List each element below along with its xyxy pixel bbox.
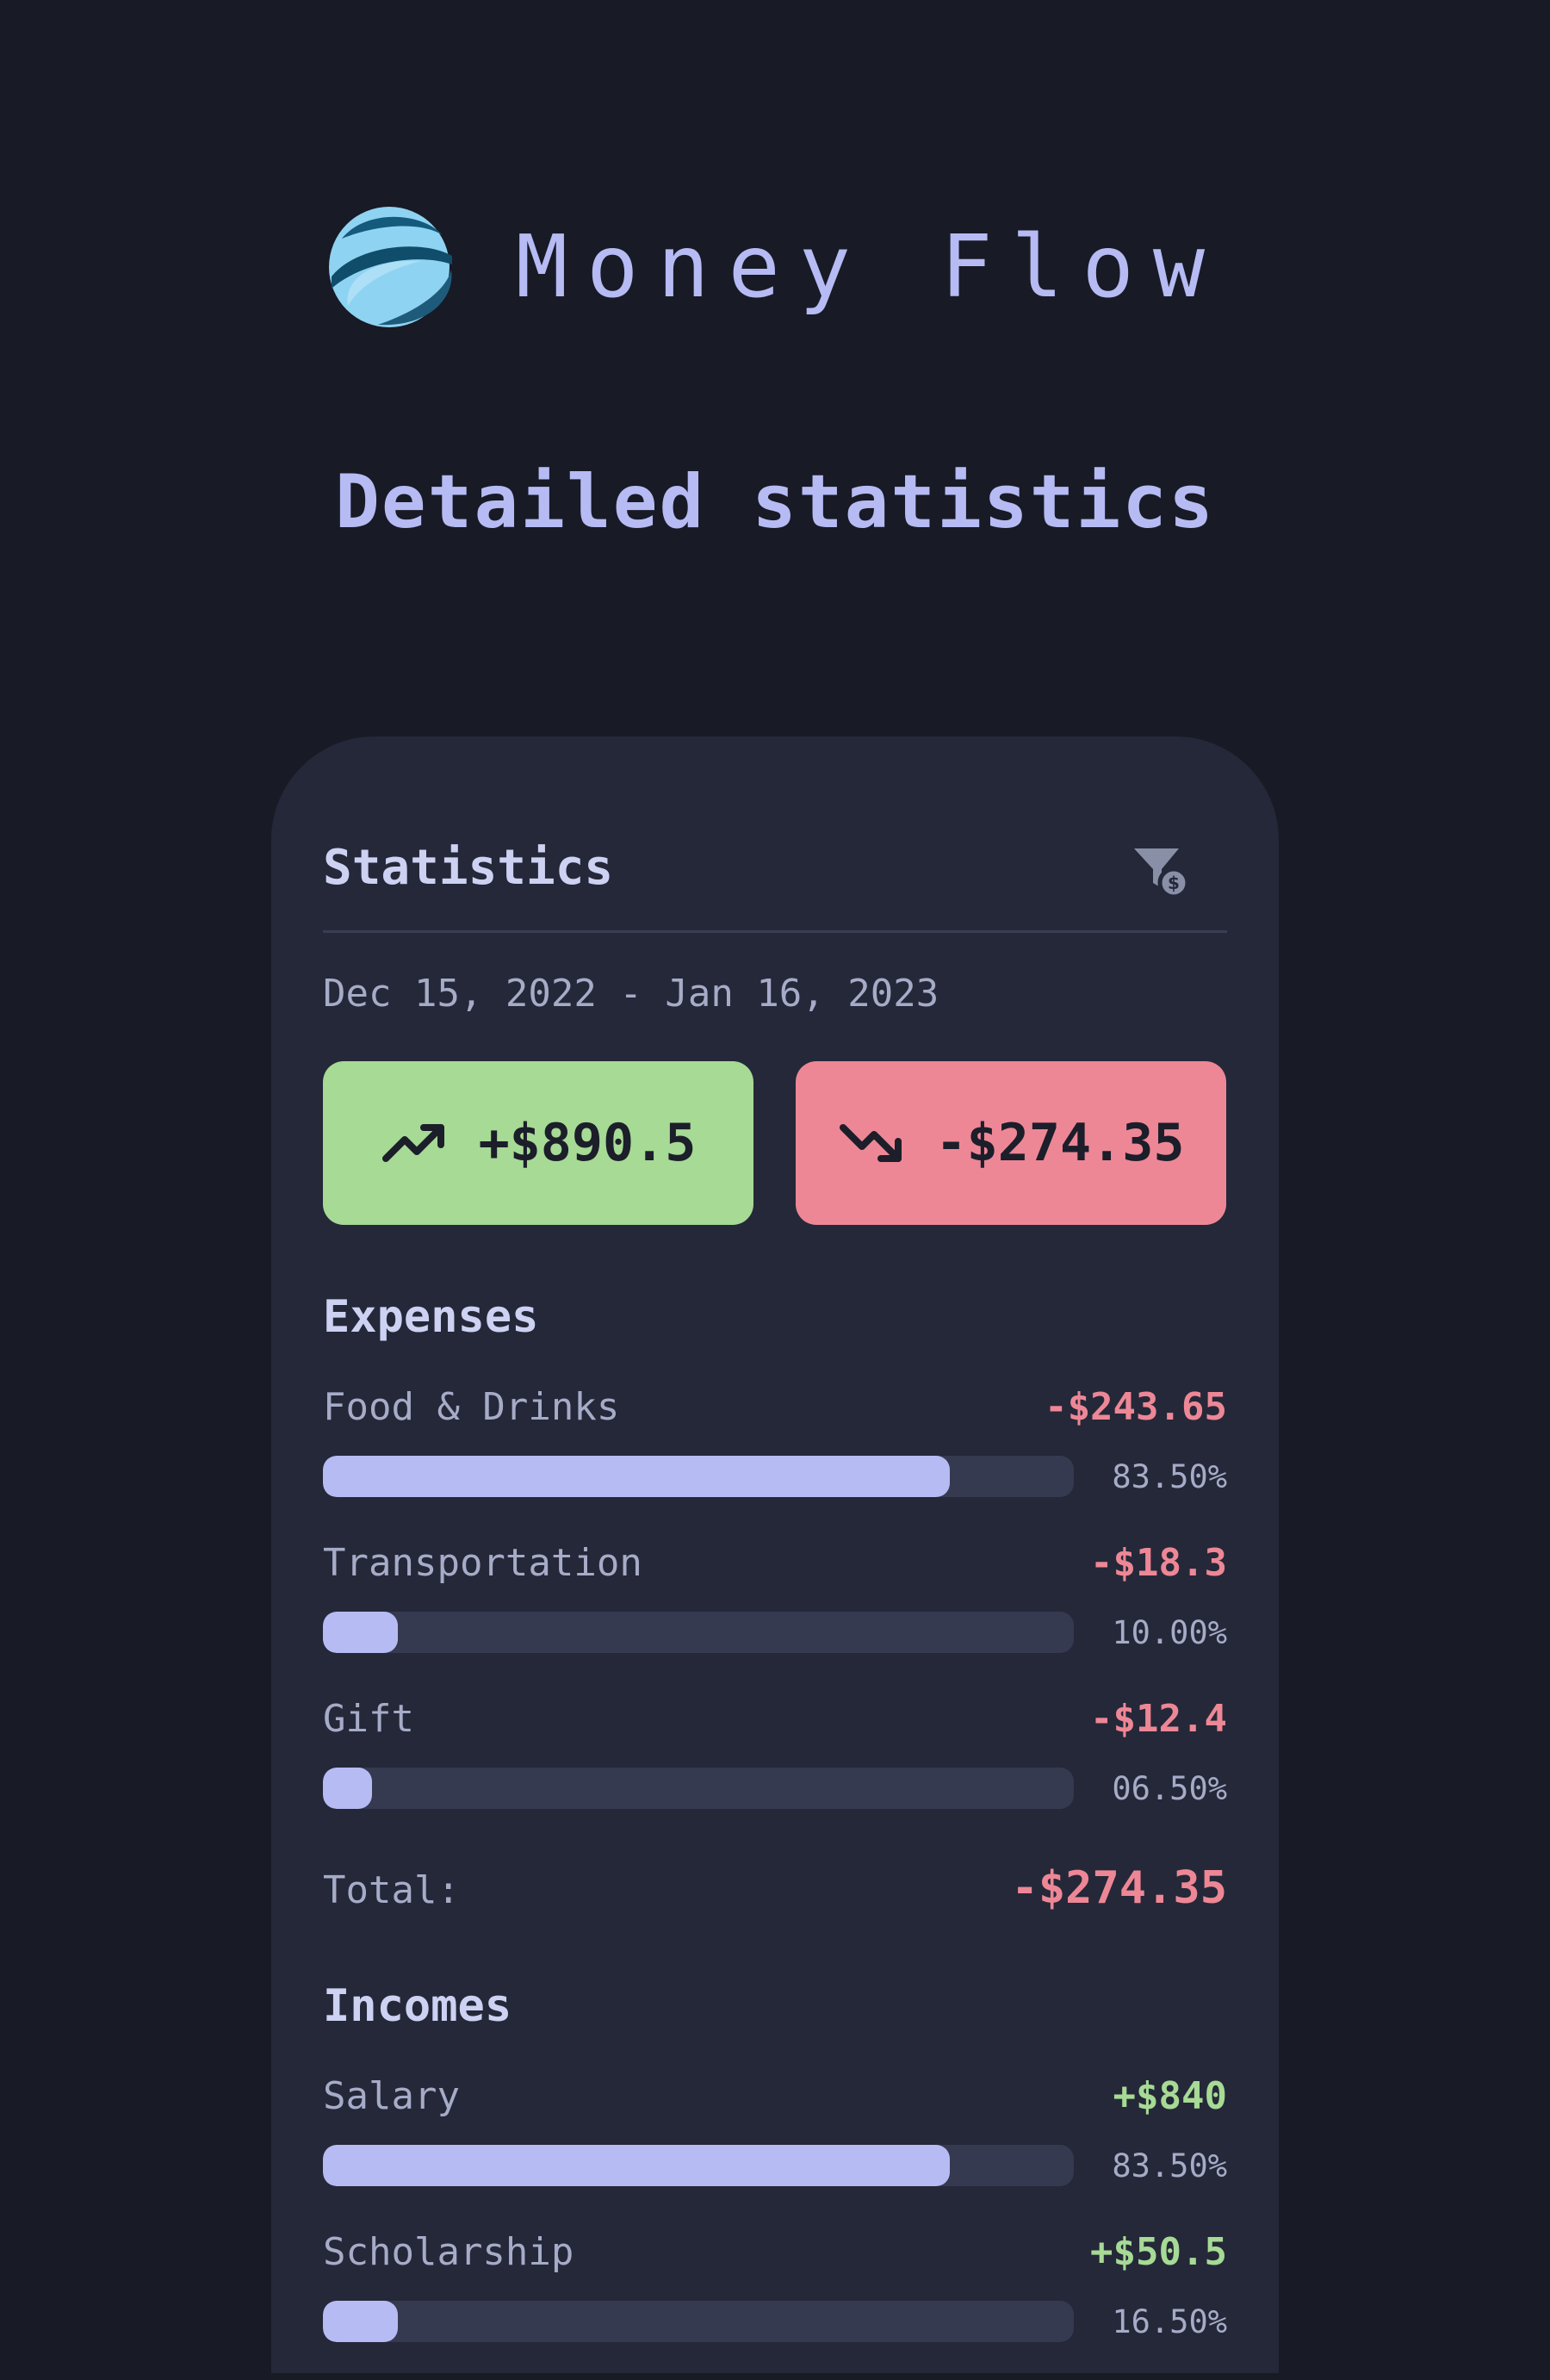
expense-row[interactable]: Gift -$12.4 06.50% — [323, 1700, 1227, 1847]
category-amount: +$50.5 — [1090, 2230, 1227, 2274]
expense-row[interactable]: Food & Drinks -$243.65 83.50% — [323, 1389, 1227, 1535]
expense-row[interactable]: Transportation -$18.3 10.00% — [323, 1544, 1227, 1691]
category-percent: 06.50% — [1112, 1770, 1227, 1807]
expense-summary[interactable]: -$274.35 — [796, 1061, 1226, 1225]
filter-dollar-icon: $ — [1134, 848, 1190, 899]
income-summary[interactable]: +$890.5 — [323, 1061, 753, 1225]
category-percent: 16.50% — [1112, 2303, 1227, 2340]
income-row[interactable]: Scholarship +$50.5 16.50% — [323, 2234, 1227, 2380]
progress-fill — [323, 1612, 399, 1653]
filter-button[interactable]: $ — [1131, 843, 1191, 900]
category-percent: 83.50% — [1112, 1458, 1227, 1495]
progress-track — [323, 2145, 1074, 2186]
trending-down-icon — [839, 1124, 902, 1162]
category-percent: 10.00% — [1112, 1614, 1227, 1651]
expense-summary-amount: -$274.35 — [935, 1113, 1185, 1173]
category-amount: -$12.4 — [1090, 1697, 1227, 1741]
progress-track — [323, 1768, 1074, 1809]
category-name: Scholarship — [323, 2230, 574, 2274]
app-name: Money Flow — [515, 216, 1224, 317]
globe-swirl-logo — [328, 207, 452, 327]
total-label: Total: — [323, 1868, 460, 1912]
trending-up-icon — [381, 1124, 444, 1162]
progress-fill — [323, 1768, 372, 1809]
category-amount: +$840 — [1113, 2074, 1227, 2118]
category-name: Food & Drinks — [323, 1385, 620, 1429]
category-name: Gift — [323, 1697, 414, 1741]
app-brand: Money Flow — [0, 198, 1550, 336]
progress-fill — [323, 1456, 951, 1497]
incomes-heading: Incomes — [323, 1980, 512, 2032]
total-amount: -$274.35 — [1011, 1862, 1227, 1914]
date-range[interactable]: Dec 15, 2022 - Jan 16, 2023 — [323, 975, 939, 1013]
category-amount: -$18.3 — [1090, 1541, 1227, 1585]
progress-track — [323, 1456, 1074, 1497]
svg-text:$: $ — [1168, 873, 1180, 893]
progress-track — [323, 1612, 1074, 1653]
category-name: Salary — [323, 2074, 460, 2118]
category-percent: 83.50% — [1112, 2147, 1227, 2184]
expenses-heading: Expenses — [323, 1291, 539, 1343]
income-row[interactable]: Salary +$840 83.50% — [323, 2078, 1227, 2224]
card-title: Statistics — [323, 840, 614, 896]
category-amount: -$243.65 — [1045, 1385, 1227, 1429]
progress-fill — [323, 2145, 951, 2186]
income-summary-amount: +$890.5 — [478, 1113, 697, 1173]
category-name: Transportation — [323, 1541, 642, 1585]
page-title: Detailed statistics — [335, 459, 1215, 545]
card-header: Statistics $ — [323, 736, 1227, 933]
